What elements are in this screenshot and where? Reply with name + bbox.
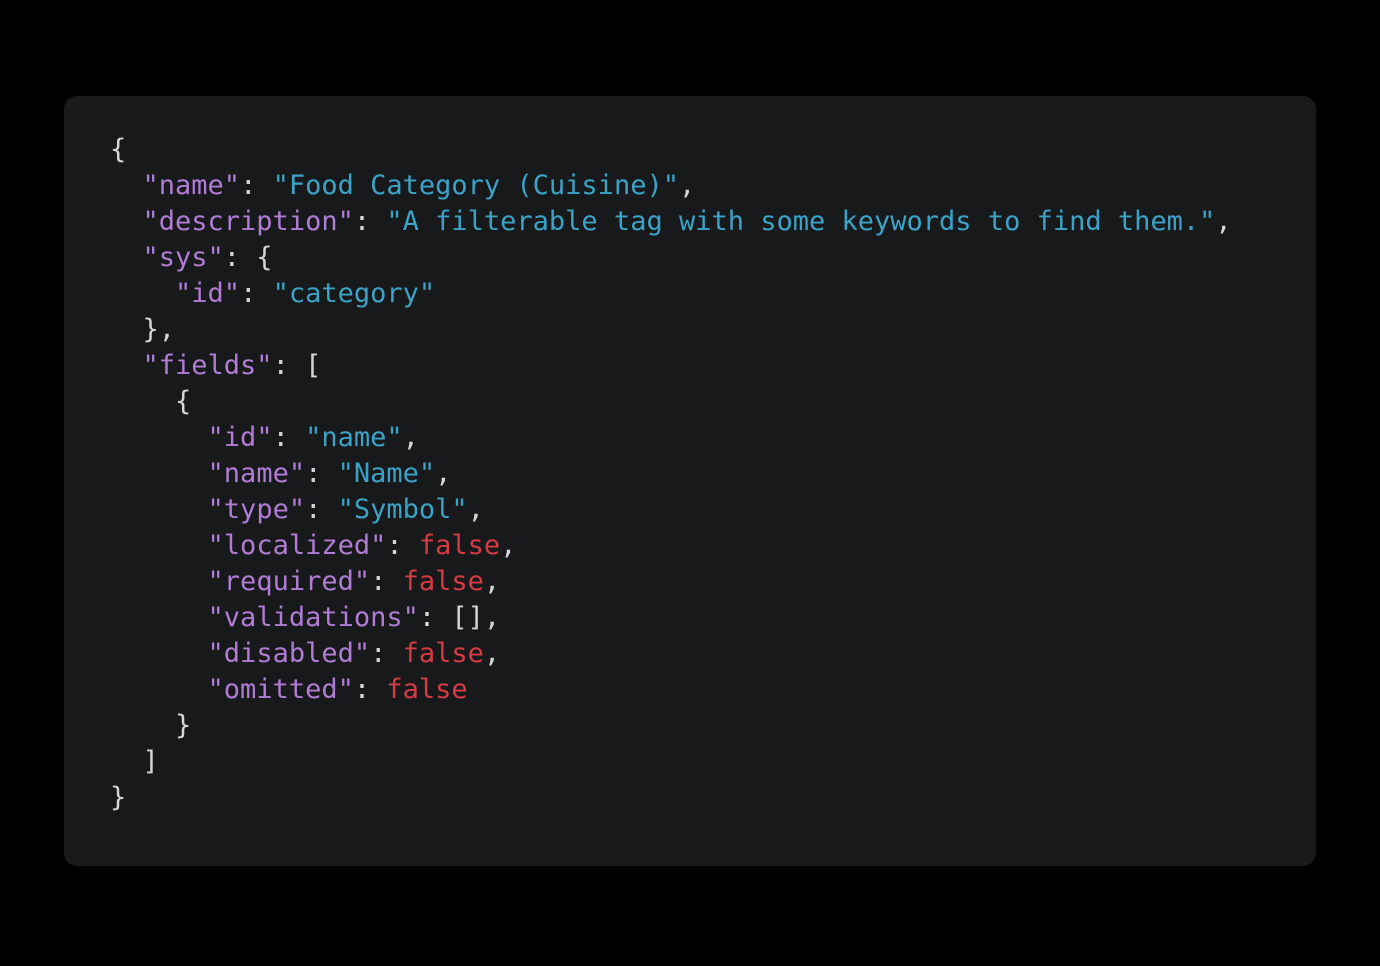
- code-token-punc: :: [240, 170, 273, 201]
- code-token-punc: :: [353, 206, 387, 237]
- code-line: },: [110, 312, 1232, 348]
- code-token-punc: {: [175, 386, 192, 417]
- code-token-key: "id": [175, 278, 241, 309]
- code-token-punc: ,: [435, 458, 452, 489]
- code-token-key: "type": [207, 494, 306, 525]
- code-line: "localized": false,: [110, 528, 1232, 564]
- code-token-punc: :: [240, 278, 273, 309]
- code-token-punc: },: [142, 314, 176, 345]
- code-line: "validations": [],: [110, 600, 1232, 636]
- code-line: }: [110, 780, 1232, 816]
- json-code-block[interactable]: { "name": "Food Category (Cuisine)", "de…: [110, 132, 1232, 816]
- code-line: "fields": [: [110, 348, 1232, 384]
- code-token-key: "sys": [142, 242, 224, 273]
- code-line: "required": false,: [110, 564, 1232, 600]
- code-line: {: [110, 384, 1232, 420]
- code-token-bool: false: [386, 674, 468, 705]
- code-token-bool: false: [402, 566, 484, 597]
- code-token-punc: :: [305, 494, 338, 525]
- code-token-punc: : {: [223, 242, 273, 273]
- code-token-key: "name": [207, 458, 306, 489]
- code-token-str: "A filterable tag with some keywords to …: [386, 206, 1216, 237]
- code-line: "id": "category": [110, 276, 1232, 312]
- code-token-punc: ,: [678, 170, 696, 201]
- code-line: ]: [110, 744, 1232, 780]
- code-token-str: "name": [305, 422, 403, 453]
- code-token-punc: : [: [272, 350, 322, 381]
- code-token-punc: :: [305, 458, 338, 489]
- code-token-bool: false: [402, 638, 484, 669]
- code-line: "name": "Food Category (Cuisine)",: [110, 168, 1232, 204]
- code-token-str: "Symbol": [337, 494, 468, 525]
- code-token-punc: ,: [483, 566, 501, 597]
- code-token-key: "id": [207, 422, 273, 453]
- code-token-key: "fields": [142, 350, 273, 381]
- code-token-key: "disabled": [207, 638, 371, 669]
- code-token-str: "Food Category (Cuisine)": [272, 170, 679, 201]
- code-token-punc: ,: [1215, 206, 1232, 237]
- code-token-key: "name": [142, 170, 241, 201]
- code-token-punc: ,: [467, 494, 484, 525]
- code-line: "description": "A filterable tag with so…: [110, 204, 1232, 240]
- code-line: "disabled": false,: [110, 636, 1232, 672]
- code-token-punc: }: [175, 710, 192, 741]
- code-line: {: [110, 132, 1232, 168]
- code-token-punc: : [],: [418, 602, 501, 633]
- code-token-punc: ]: [142, 746, 159, 777]
- code-token-key: "description": [142, 206, 354, 237]
- code-line: "sys": {: [110, 240, 1232, 276]
- code-token-key: "localized": [207, 530, 387, 561]
- code-line: }: [110, 708, 1232, 744]
- code-token-punc: :: [386, 530, 419, 561]
- code-token-key: "required": [207, 566, 371, 597]
- code-token-punc: }: [110, 782, 127, 813]
- code-token-punc: :: [272, 422, 306, 453]
- code-token-key: "omitted": [207, 674, 354, 705]
- code-token-str: "Name": [337, 458, 436, 489]
- code-panel: { "name": "Food Category (Cuisine)", "de…: [64, 96, 1316, 866]
- code-token-punc: :: [353, 674, 387, 705]
- code-line: "omitted": false: [110, 672, 1232, 708]
- code-token-punc: ,: [402, 422, 419, 453]
- code-token-punc: :: [370, 638, 403, 669]
- code-token-punc: :: [370, 566, 403, 597]
- code-token-key: "validations": [207, 602, 419, 633]
- page-root: { "name": "Food Category (Cuisine)", "de…: [0, 0, 1380, 966]
- code-line: "id": "name",: [110, 420, 1232, 456]
- code-token-punc: ,: [500, 530, 517, 561]
- code-line: "type": "Symbol",: [110, 492, 1232, 528]
- code-token-punc: {: [110, 134, 127, 165]
- code-line: "name": "Name",: [110, 456, 1232, 492]
- code-token-str: "category": [272, 278, 436, 309]
- code-token-bool: false: [418, 530, 501, 561]
- code-token-punc: ,: [483, 638, 501, 669]
